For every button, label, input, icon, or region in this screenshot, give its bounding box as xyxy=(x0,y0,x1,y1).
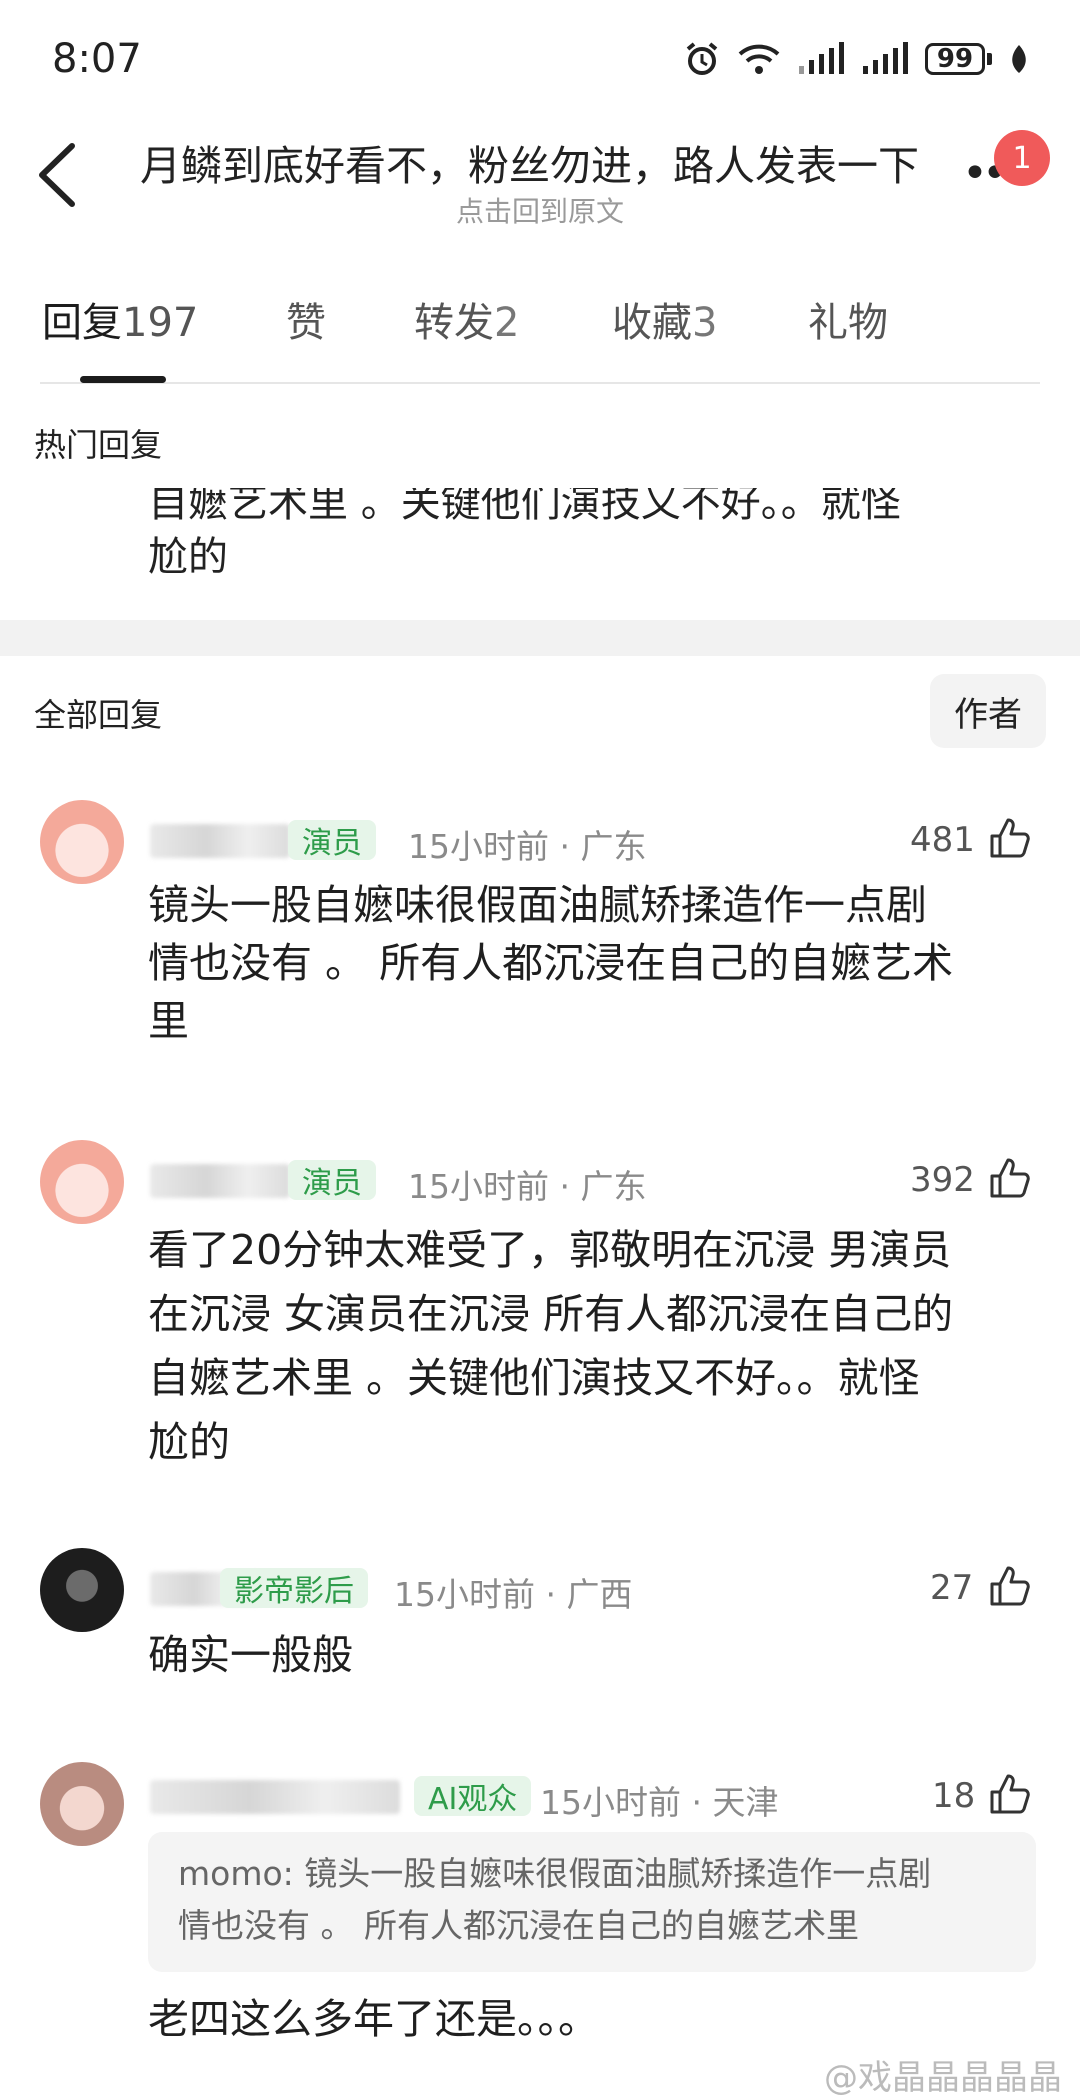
battery-indicator: 99 xyxy=(925,43,985,75)
tab-likes[interactable]: 赞 xyxy=(286,290,326,348)
active-tab-indicator xyxy=(80,376,166,383)
thumbs-up-icon[interactable] xyxy=(988,1564,1032,1608)
comment-text[interactable]: 确实一般般 xyxy=(148,1626,1038,1684)
comment-line: 里 xyxy=(148,997,189,1045)
weibo-watermark: @戏晶晶晶晶晶 xyxy=(824,2058,1062,2098)
back-to-original-link[interactable]: 点击回到原文 xyxy=(0,190,1080,230)
hot-reply-text[interactable]: 尬的 xyxy=(148,524,228,582)
tab-gifts[interactable]: 礼物 xyxy=(808,290,888,348)
hot-replies-label: 热门回复 xyxy=(34,426,163,464)
username-blurred[interactable] xyxy=(150,1164,290,1198)
status-icons: 99 xyxy=(683,40,1030,78)
signal-icon-1 xyxy=(799,42,844,74)
thumbs-up-icon[interactable] xyxy=(988,1772,1032,1816)
comment-line: 在沉浸 女演员在沉浸 所有人都沉浸在自己的 xyxy=(148,1290,954,1338)
battery-tip xyxy=(987,53,992,65)
avatar[interactable] xyxy=(40,1548,124,1632)
like-count: 18 xyxy=(932,1776,976,1816)
comment-text[interactable]: 老四这么多年了还是。。。 xyxy=(148,1990,1038,2048)
like-count: 481 xyxy=(910,820,975,860)
quote-line: momo: 镜头一股自嬷味很假面油腻矫揉造作一点剧 xyxy=(178,1854,932,1893)
comment-line: 老四这么多年了还是。。。 xyxy=(148,1995,599,2043)
status-time: 8:07 xyxy=(52,36,142,82)
comment-time-location: 15小时前 · 广东 xyxy=(408,827,647,866)
thumbs-up-icon[interactable] xyxy=(988,816,1032,860)
author-filter-button[interactable]: 作者 xyxy=(930,674,1046,748)
tab-favorites[interactable]: 收藏3 xyxy=(612,290,717,348)
avatar[interactable] xyxy=(40,1762,124,1846)
post-title[interactable]: 月鳞到底好看不，粉丝勿进，路人发表一下 xyxy=(140,132,919,192)
comment-line: 尬的 xyxy=(148,1418,230,1466)
user-badge: AI观众 xyxy=(414,1776,532,1817)
leaf-icon xyxy=(1012,45,1026,73)
signal-icon-2 xyxy=(863,42,908,74)
hot-reply-partial-line: 自嬷艺术里 。关键他们演技又不好。。就怪 xyxy=(148,480,901,526)
user-badge: 演员 xyxy=(288,820,376,861)
comment-line: 确实一般般 xyxy=(148,1631,353,1679)
all-replies-label: 全部回复 xyxy=(34,696,163,734)
tabs-divider xyxy=(40,382,1040,384)
comment-line: 自嬷艺术里 。关键他们演技又不好。。就怪 xyxy=(148,1354,920,1402)
avatar[interactable] xyxy=(40,800,124,884)
quote-line: 情也没有 。 所有人都沉浸在自己的自嬷艺术里 xyxy=(178,1906,859,1945)
tab-replies[interactable]: 回复197 xyxy=(42,290,198,348)
wifi-icon xyxy=(738,44,780,74)
section-separator xyxy=(0,620,1080,656)
thumbs-up-icon[interactable] xyxy=(988,1156,1032,1200)
comment-text[interactable]: 看了20分钟太难受了，郭敬明在沉浸 男演员 在沉浸 女演员在沉浸 所有人都沉浸在… xyxy=(148,1218,1038,1474)
comment-time-location: 15小时前 · 广西 xyxy=(394,1575,633,1614)
user-badge: 影帝影后 xyxy=(220,1568,368,1609)
comment-time-location: 15小时前 · 天津 xyxy=(540,1783,779,1822)
notification-badge[interactable]: 1 xyxy=(994,130,1050,186)
alarm-icon xyxy=(686,42,718,75)
quoted-reply-text: momo: 镜头一股自嬷味很假面油腻矫揉造作一点剧 情也没有 。 所有人都沉浸在… xyxy=(178,1848,1008,1952)
comment-text[interactable]: 镜头一股自嬷味很假面油腻矫揉造作一点剧 情也没有 。 所有人都沉浸在自己的自嬷艺… xyxy=(148,876,1038,1050)
like-count: 392 xyxy=(910,1160,975,1200)
comment-line: 情也没有 。 所有人都沉浸在自己的自嬷艺术 xyxy=(148,939,954,987)
like-count: 27 xyxy=(930,1568,974,1608)
username-blurred[interactable] xyxy=(150,1780,400,1814)
user-badge: 演员 xyxy=(288,1160,376,1201)
tab-reposts[interactable]: 转发2 xyxy=(414,290,519,348)
username-blurred[interactable] xyxy=(150,824,290,858)
comment-line: 看了20分钟太难受了，郭敬明在沉浸 男演员 xyxy=(148,1226,952,1274)
comment-time-location: 15小时前 · 广东 xyxy=(408,1167,647,1206)
avatar[interactable] xyxy=(40,1140,124,1224)
comment-line: 镜头一股自嬷味很假面油腻矫揉造作一点剧 xyxy=(148,881,927,929)
tab-bar: 回复197 赞 转发2 收藏3 礼物 xyxy=(0,290,1080,390)
